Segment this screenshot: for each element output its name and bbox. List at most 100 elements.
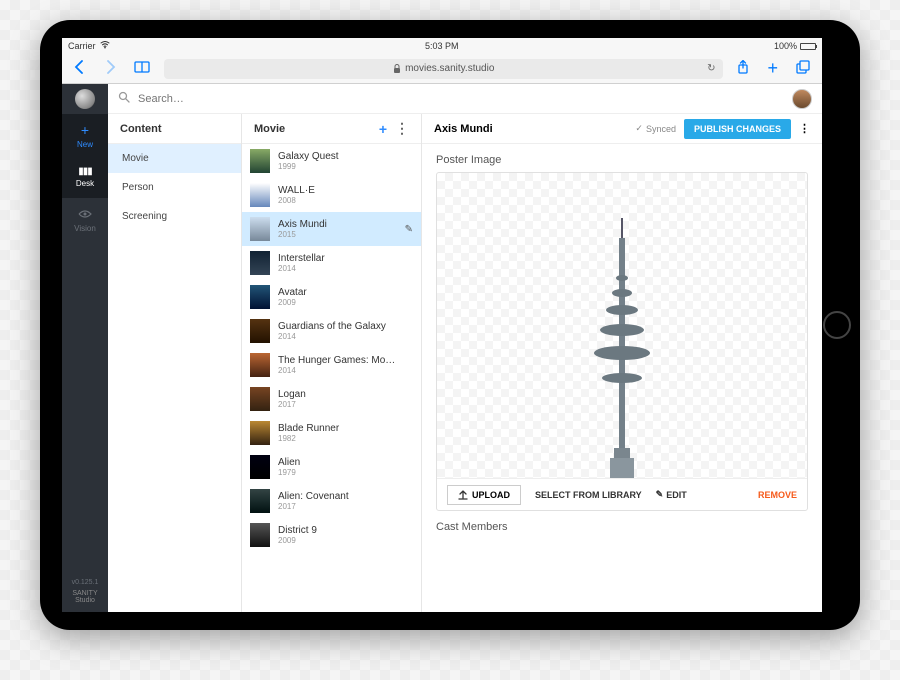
url-text: movies.sanity.studio: [405, 63, 494, 74]
movie-thumb: [250, 523, 270, 547]
new-tab-button[interactable]: +: [763, 56, 782, 81]
movie-title: Avatar: [278, 287, 398, 298]
movie-item[interactable]: Guardians of the Galaxy2014: [242, 314, 421, 348]
movie-title: Blade Runner: [278, 423, 398, 434]
browser-toolbar: movies.sanity.studio ↻ +: [62, 54, 822, 84]
bookmarks-button[interactable]: [130, 59, 154, 78]
movie-title: The Hunger Games: Mockin…: [278, 355, 398, 366]
movie-thumb: [250, 285, 270, 309]
sync-status: ✓ Synced: [635, 123, 676, 134]
brand-label: SANITY Studio: [62, 590, 108, 612]
search-icon: [118, 91, 130, 106]
movie-thumb: [250, 353, 270, 377]
app-logo[interactable]: [62, 84, 108, 114]
rail-label: New: [77, 140, 93, 149]
add-movie-button[interactable]: +: [379, 121, 387, 137]
movie-item[interactable]: Alien: Covenant2017: [242, 484, 421, 518]
movie-title: Alien: [278, 457, 398, 468]
movie-item[interactable]: District 92009: [242, 518, 421, 552]
rail-label: Desk: [76, 179, 94, 188]
content-panel: Content MoviePersonScreening: [108, 114, 242, 612]
sidebar-rail: + New ▮▮▮ Desk Vision v0.125.1 SANITY St…: [62, 84, 108, 612]
content-item-person[interactable]: Person: [108, 173, 241, 202]
poster-image: [552, 218, 692, 478]
movie-year: 1982: [278, 434, 413, 443]
carrier-label: Carrier: [68, 41, 96, 51]
status-bar: Carrier 5:03 PM 100%: [62, 38, 822, 54]
content-item-screening[interactable]: Screening: [108, 202, 241, 231]
wifi-icon: [100, 41, 110, 52]
detail-menu-button[interactable]: ⋮: [799, 122, 810, 135]
rail-new[interactable]: + New: [62, 114, 108, 156]
movie-item[interactable]: Logan2017: [242, 382, 421, 416]
movie-year: 2017: [278, 400, 413, 409]
movie-item[interactable]: Alien1979: [242, 450, 421, 484]
movie-year: 2014: [278, 332, 413, 341]
detail-panel: Axis Mundi ✓ Synced PUBLISH CHANGES ⋮ Po…: [422, 114, 822, 612]
movie-year: 2017: [278, 502, 413, 511]
rail-vision[interactable]: Vision: [62, 198, 108, 240]
back-button[interactable]: [70, 58, 90, 79]
movie-item[interactable]: Galaxy Quest1999: [242, 144, 421, 178]
movie-title: Galaxy Quest: [278, 151, 398, 162]
movie-title: WALL·E: [278, 185, 398, 196]
movie-thumb: [250, 183, 270, 207]
movie-title: Guardians of the Galaxy: [278, 321, 398, 332]
publish-button[interactable]: PUBLISH CHANGES: [684, 119, 791, 139]
movie-item[interactable]: Interstellar2014: [242, 246, 421, 280]
home-button[interactable]: [823, 311, 851, 339]
movie-title: Interstellar: [278, 253, 398, 264]
movie-thumb: [250, 149, 270, 173]
movie-title: Logan: [278, 389, 398, 400]
movie-title: Axis Mundi: [278, 219, 397, 230]
upload-button[interactable]: UPLOAD: [447, 485, 521, 505]
share-button[interactable]: [733, 58, 753, 79]
movie-item[interactable]: Avatar2009: [242, 280, 421, 314]
movie-year: 2014: [278, 264, 413, 273]
tablet-frame: Carrier 5:03 PM 100% movies.san: [40, 20, 860, 630]
url-field[interactable]: movies.sanity.studio ↻: [164, 59, 723, 79]
select-library-button[interactable]: SELECT FROM LIBRARY: [535, 490, 642, 500]
movie-year: 1999: [278, 162, 413, 171]
rail-label: Vision: [74, 224, 96, 233]
content-item-movie[interactable]: Movie: [108, 144, 241, 173]
plus-icon: +: [81, 122, 89, 138]
desk-icon: ▮▮▮: [78, 166, 92, 177]
edit-button[interactable]: ✎ EDIT: [656, 489, 687, 500]
user-avatar[interactable]: [792, 89, 812, 109]
reload-button[interactable]: ↻: [707, 63, 715, 74]
movie-thumb: [250, 421, 270, 445]
movie-item[interactable]: WALL·E2008: [242, 178, 421, 212]
tabs-button[interactable]: [792, 58, 814, 79]
version-label: v0.125.1: [62, 579, 108, 590]
movie-thumb: [250, 251, 270, 275]
forward-button[interactable]: [100, 58, 120, 79]
lock-icon: [393, 64, 401, 74]
movie-item[interactable]: The Hunger Games: Mockin…2014: [242, 348, 421, 382]
movie-year: 2009: [278, 536, 413, 545]
movie-year: 2009: [278, 298, 413, 307]
movie-item[interactable]: Axis Mundi2015✎: [242, 212, 421, 246]
upload-icon: [458, 490, 468, 500]
poster-label: Poster Image: [436, 154, 808, 166]
movie-thumb: [250, 319, 270, 343]
movie-title: District 9: [278, 525, 398, 536]
movie-thumb: [250, 489, 270, 513]
status-time: 5:03 PM: [110, 41, 774, 51]
poster-preview[interactable]: [437, 173, 807, 478]
movie-item[interactable]: Blade Runner1982: [242, 416, 421, 450]
rail-desk[interactable]: ▮▮▮ Desk: [62, 156, 108, 198]
poster-box: UPLOAD SELECT FROM LIBRARY ✎ EDIT REMOVE: [436, 172, 808, 511]
movie-thumb: [250, 387, 270, 411]
battery-icon: [800, 43, 816, 50]
movies-panel: Movie + ⋮ Galaxy Quest1999WALL·E2008Axis…: [242, 114, 422, 612]
panel-title: Movie: [254, 123, 285, 135]
movie-year: 2014: [278, 366, 413, 375]
movie-thumb: [250, 217, 270, 241]
movie-title: Alien: Covenant: [278, 491, 398, 502]
search-input[interactable]: [138, 93, 784, 105]
remove-button[interactable]: REMOVE: [758, 490, 797, 500]
detail-title: Axis Mundi: [434, 123, 493, 135]
movies-menu-button[interactable]: ⋮: [395, 120, 409, 137]
movie-year: 2008: [278, 196, 413, 205]
